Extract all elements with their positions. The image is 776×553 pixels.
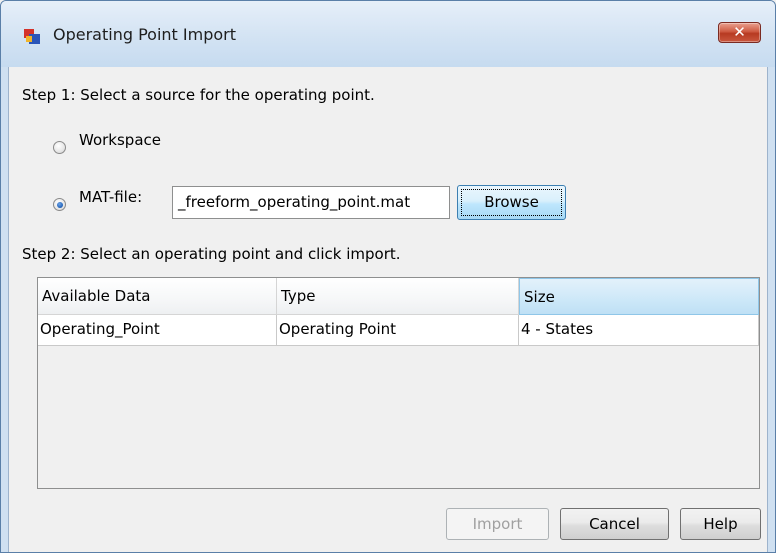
workspace-radio[interactable] (53, 141, 66, 154)
available-data-table[interactable]: Available Data Type Size Operating_Point… (37, 277, 760, 489)
column-header-type[interactable]: Type (277, 278, 519, 315)
cancel-button[interactable]: Cancel (560, 508, 669, 540)
column-header-available-data[interactable]: Available Data (38, 278, 277, 315)
help-button[interactable]: Help (680, 508, 761, 540)
matfile-radio[interactable] (53, 198, 66, 211)
workspace-radio-label[interactable]: Workspace (79, 131, 161, 149)
operating-point-import-dialog: Operating Point Import ✕ Step 1: Select … (0, 0, 776, 553)
step1-label: Step 1: Select a source for the operatin… (22, 86, 375, 104)
title-bar[interactable]: Operating Point Import ✕ (1, 1, 775, 67)
column-header-size[interactable]: Size (519, 278, 759, 315)
step2-label: Step 2: Select an operating point and cl… (22, 245, 401, 263)
table-cell-size[interactable]: 4 - States (519, 315, 759, 346)
close-button[interactable]: ✕ (718, 22, 761, 43)
browse-button[interactable]: Browse (457, 185, 566, 220)
table-cell-type[interactable]: Operating Point (277, 315, 519, 346)
matfile-input[interactable]: _freeform_operating_point.mat (172, 186, 450, 219)
close-icon: ✕ (733, 23, 746, 41)
window-title: Operating Point Import (53, 25, 236, 44)
simulink-app-icon (24, 29, 40, 44)
import-button[interactable]: Import (446, 508, 549, 540)
focus-ring (461, 189, 562, 216)
matfile-radio-label[interactable]: MAT-file: (79, 188, 142, 206)
table-cell-available-data[interactable]: Operating_Point (38, 315, 277, 346)
